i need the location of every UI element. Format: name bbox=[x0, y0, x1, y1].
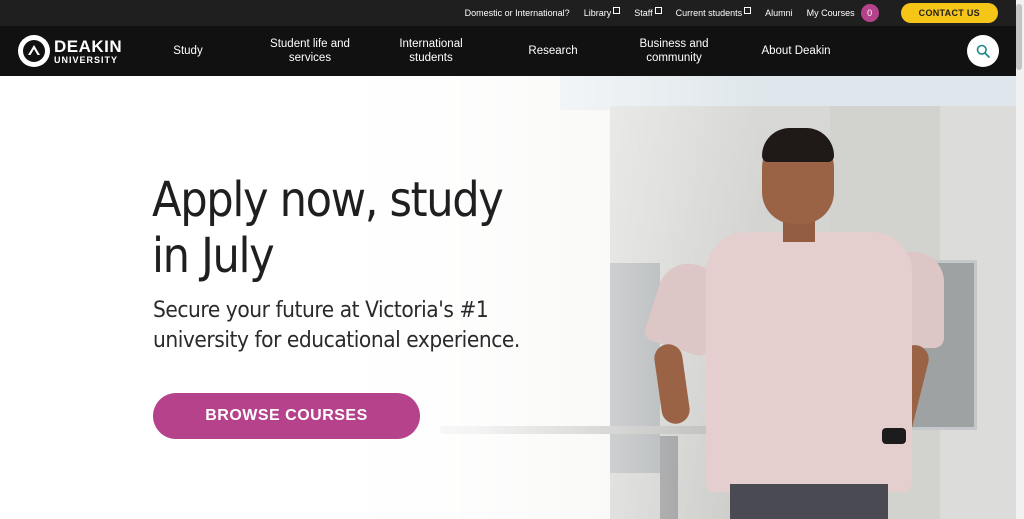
link-label: My Courses bbox=[806, 8, 855, 18]
nav-item-international[interactable]: International students bbox=[386, 26, 476, 76]
nav-item-research[interactable]: Research bbox=[518, 26, 588, 76]
person-watch bbox=[882, 428, 906, 444]
deakin-logo-icon bbox=[18, 35, 50, 67]
logo-line1: DEAKIN bbox=[54, 36, 123, 56]
nav-item-study[interactable]: Study bbox=[158, 26, 218, 76]
deakin-logo[interactable]: DEAKIN UNIVERSITY bbox=[18, 35, 168, 67]
person-shirt bbox=[706, 232, 912, 492]
nav-item-about[interactable]: About Deakin bbox=[754, 26, 838, 76]
domestic-international-link[interactable]: Domestic or International? bbox=[465, 8, 570, 18]
alumni-link[interactable]: Alumni bbox=[765, 8, 793, 18]
person-hair bbox=[762, 128, 834, 162]
search-icon bbox=[976, 44, 990, 58]
hero-banner: Apply now, study in July Secure your fut… bbox=[0, 76, 1016, 519]
staff-link[interactable]: Staff bbox=[634, 6, 662, 18]
logo-line2: UNIVERSITY bbox=[54, 54, 119, 65]
nav-item-student-life[interactable]: Student life and services bbox=[258, 26, 362, 76]
link-label: Library bbox=[583, 8, 612, 18]
external-link-icon bbox=[744, 6, 752, 14]
external-link-icon bbox=[654, 6, 662, 14]
search-button[interactable] bbox=[967, 35, 999, 67]
nav-item-business[interactable]: Business and community bbox=[628, 26, 720, 76]
utility-bar: Domestic or International? Library Staff… bbox=[0, 0, 1016, 26]
person-pants bbox=[730, 484, 888, 519]
link-label: Domestic or International? bbox=[464, 8, 570, 18]
link-label: Staff bbox=[634, 8, 653, 18]
scrollbar-thumb[interactable] bbox=[1016, 4, 1022, 70]
page: Domestic or International? Library Staff… bbox=[0, 0, 1024, 519]
page-scrollbar[interactable] bbox=[1016, 0, 1024, 519]
logo-wordmark: DEAKIN UNIVERSITY bbox=[54, 38, 122, 65]
link-label: Alumni bbox=[765, 8, 793, 18]
browse-courses-button[interactable]: BROWSE COURSES bbox=[153, 393, 420, 439]
hero-subheadline: Secure your future at Victoria's #1 univ… bbox=[153, 298, 520, 353]
my-courses-link[interactable]: My Courses 0 bbox=[807, 4, 879, 22]
main-navigation: DEAKIN UNIVERSITY Study Student life and… bbox=[0, 26, 1016, 76]
current-students-link[interactable]: Current students bbox=[675, 6, 752, 18]
hero-headline: Apply now, study in July bbox=[152, 172, 504, 284]
library-link[interactable]: Library bbox=[583, 6, 621, 18]
link-label: Current students bbox=[675, 8, 743, 18]
external-link-icon bbox=[613, 6, 621, 14]
my-courses-count-badge: 0 bbox=[860, 4, 879, 22]
contact-us-button[interactable]: CONTACT US bbox=[900, 3, 998, 23]
